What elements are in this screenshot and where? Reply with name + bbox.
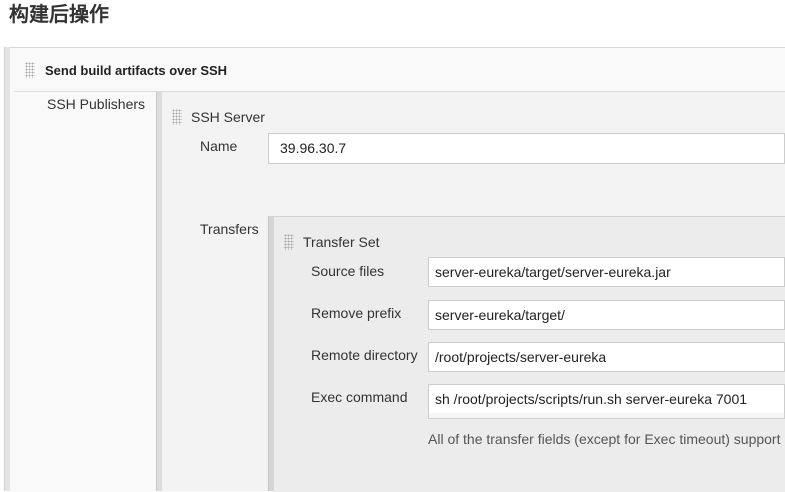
server-name-field[interactable]: 39.96.30.7 [268, 133, 785, 164]
source-files-field[interactable]: server-eureka/target/server-eureka.jar [428, 257, 785, 287]
drag-handle-icon[interactable] [284, 234, 294, 250]
drag-handle-icon[interactable] [25, 62, 35, 78]
exec-command-field[interactable]: sh /root/projects/scripts/run.sh server-… [428, 384, 785, 414]
name-label: Name [200, 138, 238, 154]
remove-prefix-label: Remove prefix [311, 305, 402, 321]
exec-command-resize-handle[interactable] [428, 413, 785, 419]
transfer-fields-help-text: All of the transfer fields (except for E… [428, 431, 781, 447]
remote-directory-field[interactable]: /root/projects/server-eureka [428, 342, 785, 372]
source-files-label: Source files [311, 263, 385, 279]
remote-directory-label: Remote directory [311, 347, 418, 363]
remove-prefix-field[interactable]: server-eureka/target/ [428, 300, 785, 330]
transfers-label: Transfers [200, 221, 259, 237]
exec-command-label: Exec command [311, 389, 408, 405]
drag-handle-icon[interactable] [172, 109, 182, 125]
page-title: 构建后操作 [9, 2, 109, 26]
ssh-server-title: SSH Server [191, 109, 265, 125]
ssh-publishers-label: SSH Publishers [47, 96, 146, 112]
transfer-set-title: Transfer Set [303, 234, 380, 250]
section-title: Send build artifacts over SSH [45, 63, 228, 78]
